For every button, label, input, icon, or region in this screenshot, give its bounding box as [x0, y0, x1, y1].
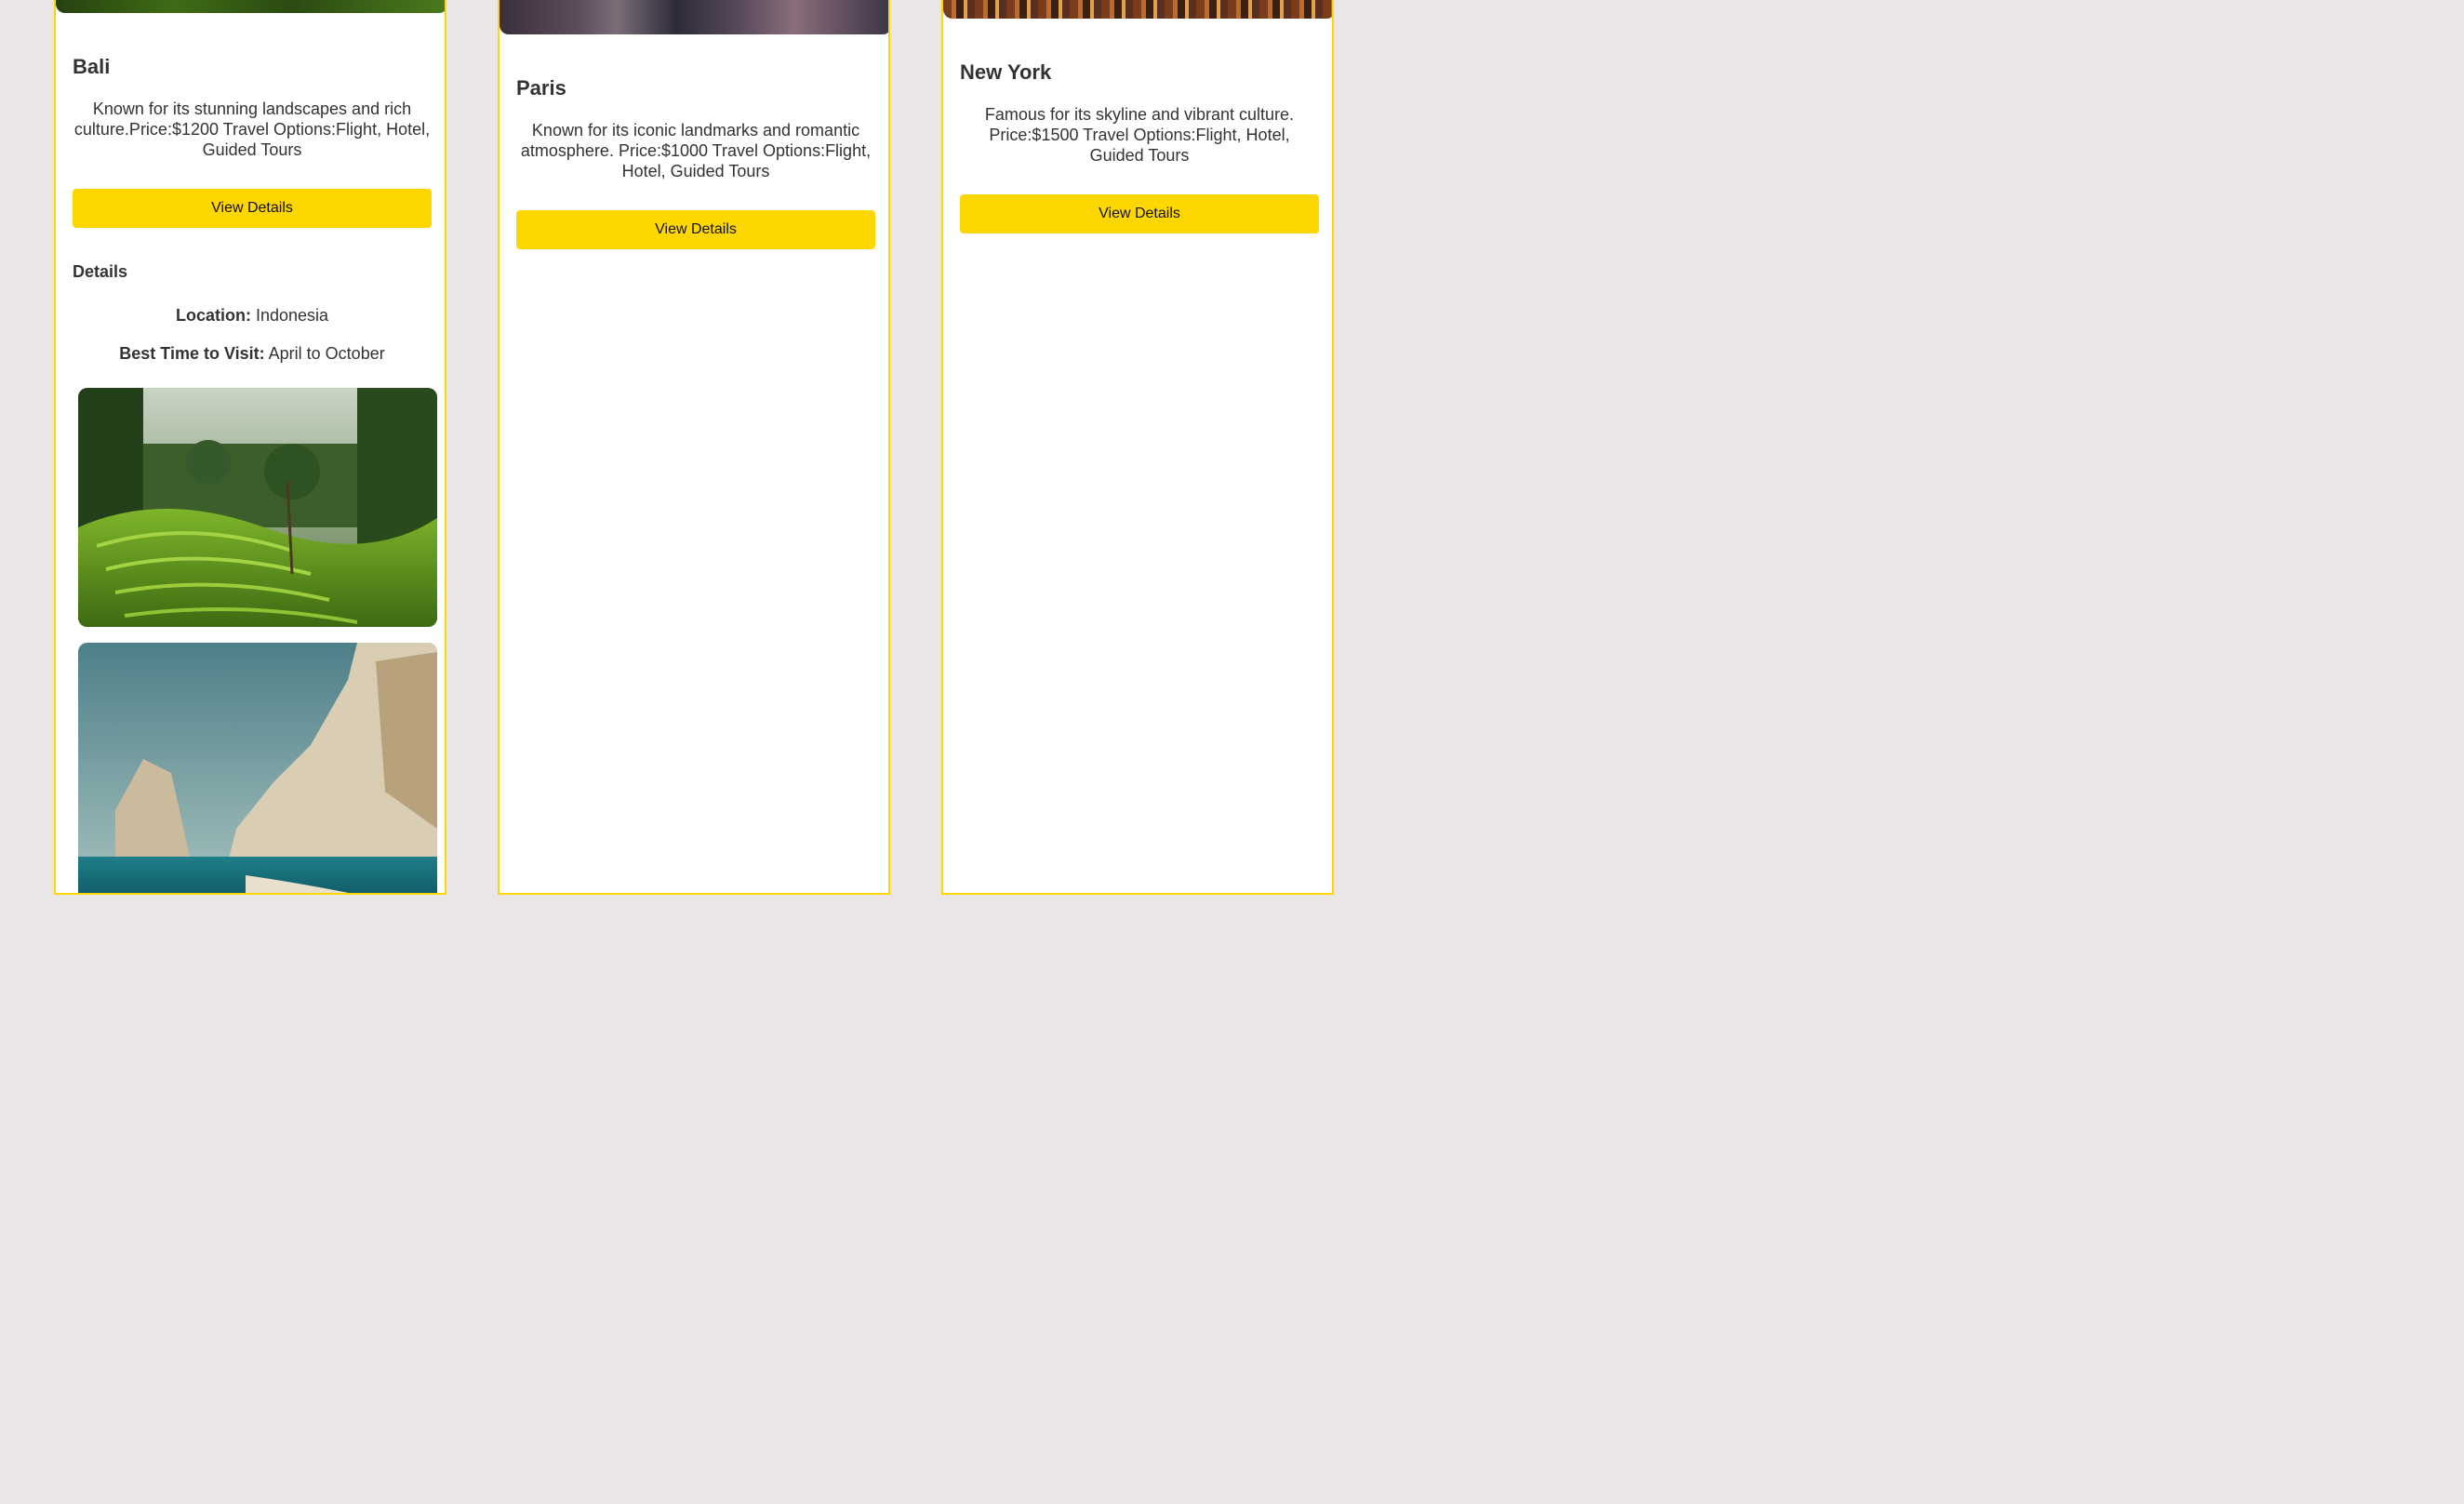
card-header-image: [499, 0, 888, 34]
card-description: Known for its iconic landmarks and roman…: [520, 121, 872, 180]
destination-card-bali: Bali Known for its stunning landscapes a…: [54, 0, 446, 895]
detail-location-label: Location:: [175, 306, 251, 325]
card-title: New York: [960, 60, 1052, 84]
card-description: Famous for its skyline and vibrant cultu…: [984, 105, 1295, 165]
card-title: Bali: [73, 55, 111, 78]
view-details-button[interactable]: View Details: [516, 210, 875, 249]
card-title: Paris: [516, 76, 566, 100]
destination-card-new-york: New York Famous for its skyline and vibr…: [941, 0, 1334, 895]
destination-card-paris: Paris Known for its iconic landmarks and…: [498, 0, 890, 895]
detail-location: Location: Indonesia: [73, 306, 432, 326]
detail-best-time-value: April to October: [268, 344, 385, 363]
details-heading: Details: [73, 262, 128, 281]
view-details-button[interactable]: View Details: [960, 194, 1319, 233]
view-details-button[interactable]: View Details: [73, 189, 432, 228]
card-description: Known for its stunning landscapes and ri…: [73, 100, 431, 159]
card-header-image: [943, 0, 1332, 19]
detail-best-time-label: Best Time to Visit:: [119, 344, 265, 363]
coastal-cliffs-photo: [78, 643, 437, 893]
card-header-image: [56, 0, 445, 13]
detail-best-time: Best Time to Visit: April to October: [73, 344, 432, 364]
rice-terraces-photo: [78, 388, 437, 627]
detail-location-value: Indonesia: [255, 306, 329, 325]
